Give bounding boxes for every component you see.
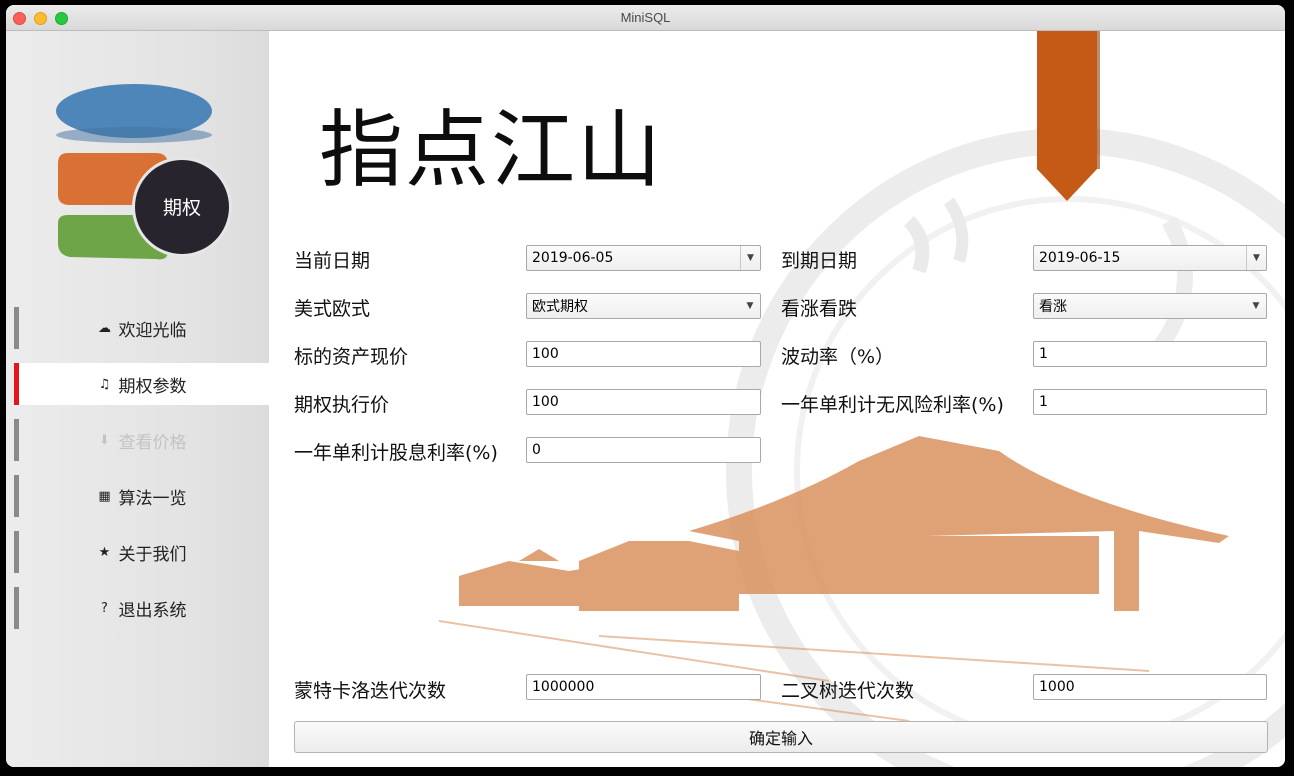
title-bar: MiniSQL xyxy=(6,5,1285,31)
bookmark-ribbon xyxy=(1037,31,1100,201)
monte-carlo-iterations-label: 蒙特卡洛迭代次数 xyxy=(294,680,447,702)
chevron-down-icon[interactable]: ▼ xyxy=(1246,294,1266,318)
expiry-date-picker[interactable]: 2019-06-15 ▼ xyxy=(1033,245,1267,271)
dividend-rate-label: 一年单利计股息利率(%) xyxy=(294,442,498,464)
sidebar-item-option-params[interactable]: ♫ 期权参数 xyxy=(14,363,269,405)
sidebar-item-label: 欢迎光临 xyxy=(118,320,187,341)
nav-indicator xyxy=(14,307,19,349)
question-icon: ? xyxy=(101,600,108,616)
option-style-select[interactable]: 欧式期权 ▼ xyxy=(526,293,761,319)
call-put-select[interactable]: 看涨 ▼ xyxy=(1033,293,1267,319)
spot-price-input[interactable] xyxy=(526,341,761,367)
volatility-input[interactable] xyxy=(1033,341,1267,367)
option-style-label: 美式欧式 xyxy=(294,298,371,320)
download-icon: ⬇ xyxy=(99,432,110,448)
sidebar-item-label: 查看价格 xyxy=(118,432,187,453)
app-logo: 期权 xyxy=(56,84,232,260)
current-date-value: 2019-06-05 xyxy=(532,250,614,266)
binomial-tree-iterations-input[interactable] xyxy=(1033,674,1267,700)
call-put-value: 看涨 xyxy=(1039,299,1067,315)
current-date-label: 当前日期 xyxy=(294,250,371,272)
sidebar-item-view-price[interactable]: ⬇ 查看价格 xyxy=(14,419,269,461)
star-icon: ★ xyxy=(98,544,111,560)
nav-indicator xyxy=(14,587,19,629)
page-heading: 指点江山 xyxy=(319,101,664,199)
option-style-value: 欧式期权 xyxy=(532,299,588,315)
chevron-down-icon[interactable]: ▼ xyxy=(740,246,760,270)
strike-price-label: 期权执行价 xyxy=(294,394,390,416)
logo-badge-text: 期权 xyxy=(163,197,201,219)
window-title: MiniSQL xyxy=(620,10,671,25)
nav-indicator xyxy=(14,531,19,573)
strike-price-input[interactable] xyxy=(526,389,761,415)
sidebar: 期权 ☁ 欢迎光临 ♫ 期权参数 ⬇ 查看价格 ▦ 算法一览 ★ 关于我们 ? … xyxy=(6,31,269,767)
music-note-icon: ♫ xyxy=(98,376,111,392)
nav-indicator xyxy=(14,419,19,461)
spot-price-label: 标的资产现价 xyxy=(294,346,409,368)
chevron-down-icon[interactable]: ▼ xyxy=(1246,246,1266,270)
app-window: MiniSQL 期权 ☁ 欢迎光临 ♫ 期权参数 ⬇ 查看价格 ▦ 算法一览 ★… xyxy=(6,5,1285,767)
sidebar-item-algorithms[interactable]: ▦ 算法一览 xyxy=(14,475,269,517)
cloud-icon: ☁ xyxy=(98,320,111,336)
sidebar-item-about[interactable]: ★ 关于我们 xyxy=(14,531,269,573)
call-put-label: 看涨看跌 xyxy=(781,298,858,320)
binomial-tree-iterations-label: 二叉树迭代次数 xyxy=(781,680,915,702)
current-date-picker[interactable]: 2019-06-05 ▼ xyxy=(526,245,761,271)
expiry-date-label: 到期日期 xyxy=(781,250,858,272)
sidebar-item-welcome[interactable]: ☁ 欢迎光临 xyxy=(14,307,269,349)
risk-free-rate-input[interactable] xyxy=(1033,389,1267,415)
risk-free-rate-label: 一年单利计无风险利率(%) xyxy=(781,394,1004,416)
main-panel: 指点江山 当前日期 2019-06-05 ▼ 到期日期 2019-06-15 ▼… xyxy=(269,31,1285,767)
sidebar-item-label: 算法一览 xyxy=(118,488,187,509)
volatility-label: 波动率（%） xyxy=(781,346,895,368)
chevron-down-icon[interactable]: ▼ xyxy=(740,294,760,318)
nav-indicator xyxy=(14,475,19,517)
expiry-date-value: 2019-06-15 xyxy=(1039,250,1121,266)
sidebar-item-exit[interactable]: ? 退出系统 xyxy=(14,587,269,629)
film-icon: ▦ xyxy=(98,488,111,504)
monte-carlo-iterations-input[interactable] xyxy=(526,674,761,700)
confirm-input-button[interactable]: 确定输入 xyxy=(294,721,1268,753)
sidebar-item-label: 关于我们 xyxy=(118,544,187,565)
sidebar-item-label: 期权参数 xyxy=(118,376,187,397)
sidebar-item-label: 退出系统 xyxy=(118,600,187,621)
dividend-rate-input[interactable] xyxy=(526,437,761,463)
nav-indicator xyxy=(14,363,19,405)
